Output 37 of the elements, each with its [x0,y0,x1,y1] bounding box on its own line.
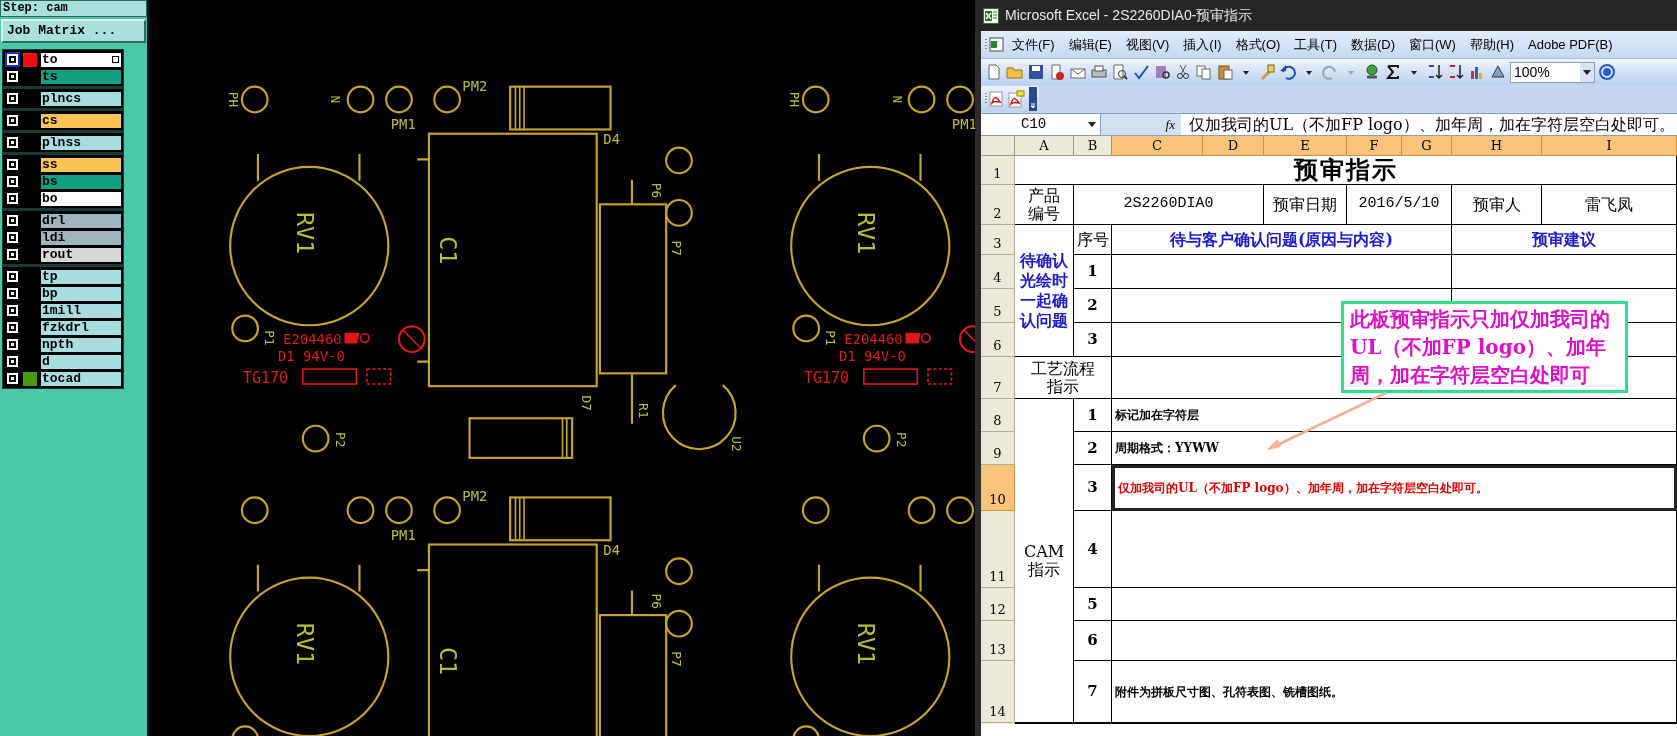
step-label: Step: cam [0,0,147,17]
reference-designator: C1 [434,646,463,676]
silkscreen-marking: D1 94V-0 [277,348,345,365]
silkscreen-marking: TG170 [242,368,288,387]
reference-designator: U2 [729,436,745,452]
reference-designator: PM1 [390,116,416,133]
reference-designator: N [889,95,905,104]
reference-designator: C1 [434,236,463,265]
reference-designator: P2 [332,431,348,448]
reference-designator: PM2 [462,488,488,505]
reference-designator: P7 [669,240,685,256]
reference-designator: D7 [578,395,594,412]
reference-designator: PH [225,91,241,108]
silkscreen-marking: E204460 [844,331,903,348]
reference-designator: R1 [636,403,652,419]
callout-tooltip: 此板预审指示只加仅加我司的UL（不加FP logo）、加年周，加在字符层空白处即可 [1341,301,1628,393]
silkscreen-marking: E204460 [283,331,342,348]
reference-designator: N [328,95,344,104]
silkscreen-marking: D1 94V-0 [839,348,906,365]
reference-designator: P6 [649,182,665,199]
reference-designator: PM1 [951,116,975,133]
reference-designator: P1 [823,330,839,346]
reference-designator: D4 [603,131,620,148]
window-title: Microsoft Excel - 2S2260DIA0-预审指示 [1005,6,1253,25]
reference-designator: RV1 [290,211,319,255]
reference-designator: PM2 [462,77,488,94]
reference-designator: RV1 [290,622,319,666]
reference-designator: P1 [262,330,278,346]
reference-designator: P6 [649,593,665,609]
reference-designator: D4 [603,541,620,558]
reference-designator: RV1 [852,211,880,255]
reference-designator: PM1 [390,526,416,543]
reference-designator: PH [786,91,802,108]
reference-designator: RV1 [852,622,880,666]
reference-designator: P7 [669,651,685,667]
reference-designator: P2 [893,431,909,448]
silkscreen-marking: TG170 [803,368,849,387]
